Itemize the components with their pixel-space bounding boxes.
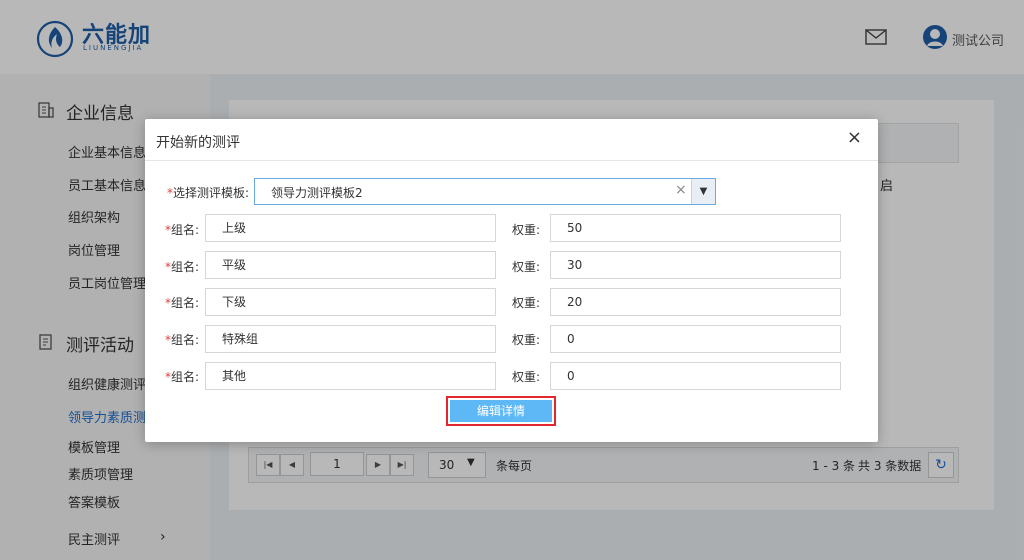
weight-input[interactable]: 0 [550, 362, 841, 390]
group-name-input[interactable]: 特殊组 [205, 325, 496, 353]
weight-input[interactable]: 0 [550, 325, 841, 353]
weight-input[interactable]: 50 [550, 214, 841, 242]
group-label-text: 组名: [171, 333, 200, 347]
group-label: *组名: [165, 221, 199, 238]
group-name-input[interactable]: 上级 [205, 214, 496, 242]
weight-label: 权重: [512, 296, 541, 310]
group-label-text: 组名: [171, 370, 200, 384]
weight-label: 权重: [512, 333, 541, 347]
group-label: *组名: [165, 258, 199, 275]
weight-label: 权重: [512, 260, 541, 274]
close-icon[interactable]: × [847, 127, 862, 148]
group-label-text: 组名: [171, 223, 200, 237]
weight-input[interactable]: 30 [550, 251, 841, 279]
clear-icon[interactable]: × [675, 182, 687, 198]
weight-label: 权重: [512, 223, 541, 237]
group-label-text: 组名: [171, 260, 200, 274]
edit-details-button[interactable]: 编辑详情 [446, 396, 556, 426]
group-label: *组名: [165, 368, 199, 385]
group-name-input[interactable]: 下级 [205, 288, 496, 316]
group-name-input[interactable]: 其他 [205, 362, 496, 390]
dialog-title: 开始新的测评 [156, 135, 240, 151]
new-evaluation-dialog: 开始新的测评 × *选择测评模板: 领导力测评模板2 × ▼ *组名: 上级 权… [145, 119, 878, 442]
group-name-input[interactable]: 平级 [205, 251, 496, 279]
template-label: *选择测评模板: [167, 184, 249, 201]
group-label-text: 组名: [171, 296, 200, 310]
weight-input[interactable]: 20 [550, 288, 841, 316]
template-select-value: 领导力测评模板2 [271, 186, 363, 200]
template-select[interactable]: 领导力测评模板2 × ▼ [254, 178, 716, 205]
chevron-down-icon[interactable]: ▼ [691, 179, 715, 204]
weight-label: 权重: [512, 370, 541, 384]
group-label: *组名: [165, 294, 199, 311]
template-label-text: 选择测评模板: [173, 186, 250, 200]
dialog-divider [145, 160, 878, 161]
group-label: *组名: [165, 331, 199, 348]
